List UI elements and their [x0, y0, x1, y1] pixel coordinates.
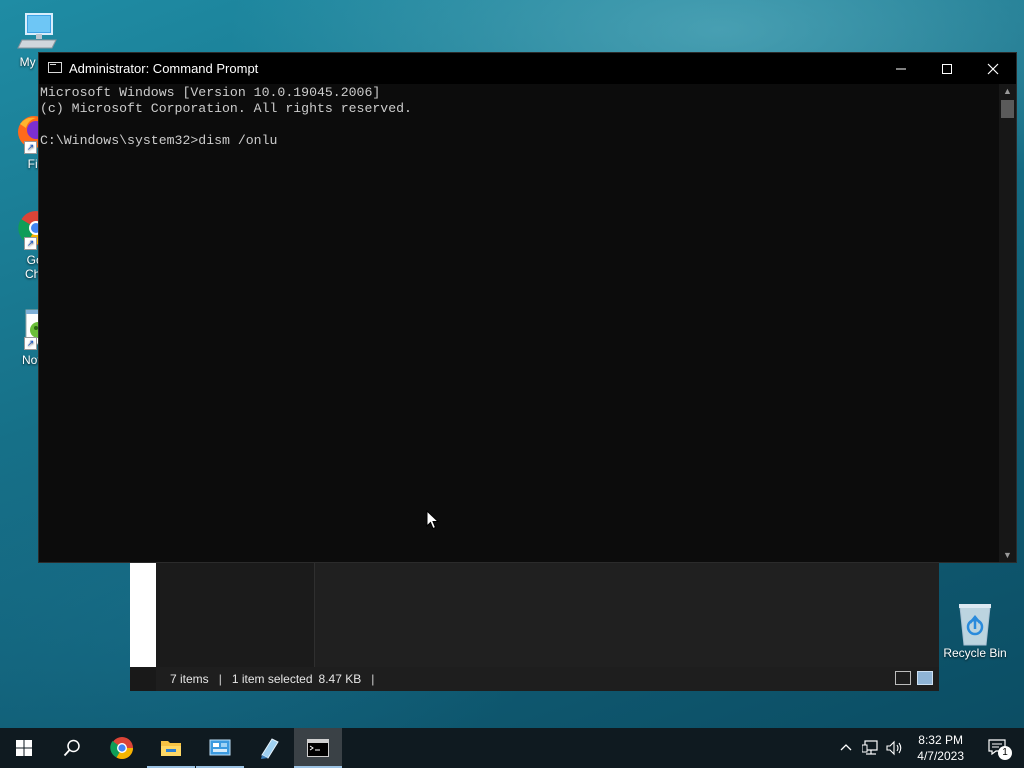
network-icon[interactable]	[862, 740, 880, 756]
computer-icon	[16, 10, 58, 52]
scroll-up-icon[interactable]: ▲	[999, 84, 1016, 98]
command-prompt-window[interactable]: Administrator: Command Prompt Microsoft …	[38, 52, 1017, 563]
explorer-edge	[130, 563, 156, 667]
file-explorer-icon	[161, 741, 181, 756]
mouse-cursor-icon	[426, 509, 440, 535]
console-line: Microsoft Windows [Version 10.0.19045.20…	[40, 85, 381, 100]
taskbar-command-prompt-button[interactable]	[294, 728, 342, 768]
taskbar-chrome-button[interactable]	[98, 728, 146, 768]
start-icon	[16, 740, 32, 756]
status-separator: |	[371, 672, 375, 686]
status-selected: 1 item selected	[231, 672, 313, 686]
cmd-window-icon	[48, 62, 62, 73]
file-explorer-window[interactable]: 7 items | 1 item selected 8.47 KB |	[130, 563, 939, 691]
volume-icon[interactable]	[886, 740, 904, 756]
shortcut-arrow-icon: ↗	[24, 237, 37, 250]
taskbar-notepad-button[interactable]	[245, 728, 293, 768]
status-separator: |	[218, 672, 222, 686]
notification-count-badge: 1	[998, 746, 1012, 760]
scroll-thumb[interactable]	[1001, 100, 1014, 118]
file-list-area[interactable]	[315, 563, 939, 667]
status-bar: 7 items | 1 item selected 8.47 KB |	[156, 667, 939, 691]
console-line: (c) Microsoft Corporation. All rights re…	[40, 101, 412, 116]
notepad-pen-icon	[261, 738, 279, 759]
console-output[interactable]: Microsoft Windows [Version 10.0.19045.20…	[40, 84, 998, 562]
search-button[interactable]	[48, 728, 96, 768]
control-panel-icon	[209, 739, 231, 756]
close-button[interactable]	[970, 53, 1016, 84]
taskbar-clock[interactable]: 8:32 PM 4/7/2023	[917, 732, 964, 764]
system-tray	[838, 728, 908, 768]
minimize-button[interactable]	[878, 53, 924, 84]
status-item-count: 7 items	[170, 672, 209, 686]
taskbar: 8:32 PM 4/7/2023 1	[0, 728, 1024, 768]
command-prompt-icon	[307, 739, 329, 757]
vertical-scrollbar[interactable]: ▲ ▼	[999, 84, 1016, 562]
action-center-button[interactable]: 1	[988, 739, 1012, 760]
large-icons-view-icon[interactable]	[917, 671, 933, 685]
desktop-icon-recycle-bin[interactable]: Recycle Bin	[936, 601, 1014, 660]
search-icon	[63, 739, 80, 757]
clock-date: 4/7/2023	[917, 749, 964, 763]
console-input-line[interactable]: C:\Windows\system32>dism /onlu	[40, 133, 998, 149]
taskbar-control-panel-button[interactable]	[196, 728, 244, 768]
status-size: 8.47 KB	[318, 672, 362, 686]
clock-time: 8:32 PM	[918, 733, 963, 747]
title-bar[interactable]: Administrator: Command Prompt	[39, 53, 1016, 84]
window-title: Administrator: Command Prompt	[69, 61, 259, 76]
desktop-icon-label: Recycle Bin	[943, 646, 1007, 660]
chrome-icon	[110, 737, 133, 759]
chevron-up-icon[interactable]	[840, 742, 852, 752]
shortcut-arrow-icon: ↗	[24, 141, 37, 154]
scroll-down-icon[interactable]: ▼	[999, 548, 1016, 562]
start-button[interactable]	[0, 728, 48, 768]
taskbar-file-explorer-button[interactable]	[147, 728, 195, 768]
details-view-icon[interactable]	[895, 671, 911, 685]
recycle-bin-icon	[954, 601, 996, 646]
navigation-pane[interactable]	[156, 563, 315, 667]
maximize-button[interactable]	[924, 53, 970, 84]
shortcut-arrow-icon: ↗	[24, 337, 37, 350]
